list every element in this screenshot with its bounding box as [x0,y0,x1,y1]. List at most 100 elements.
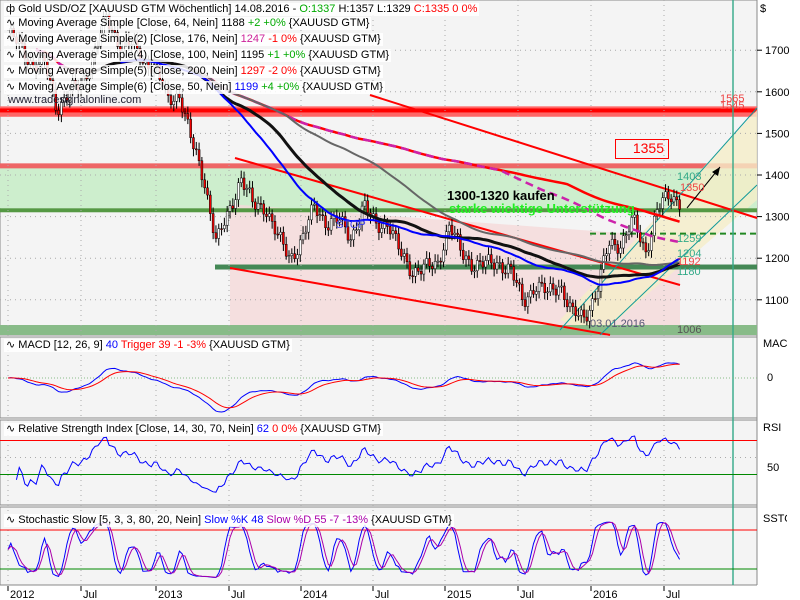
candle [366,200,369,213]
green-zone [0,164,757,209]
candle [414,267,417,277]
candle [282,231,285,245]
candle [425,258,428,265]
candle [560,285,563,288]
y-tick-label: 1600 [765,87,789,99]
header-legend: ф Gold USD/OZ [XAUUSD GTM Wöchentlich] 1… [4,3,480,16]
candle [661,197,664,209]
candle [234,199,237,209]
candle [304,231,308,234]
candle [217,228,220,239]
stoch-d: Slow %D 55 -7 -13% [266,514,369,526]
candle [650,235,653,251]
candle [484,260,487,268]
candle [476,260,479,272]
candle [195,148,198,151]
candle [619,247,622,254]
candle [352,229,355,241]
candle [579,309,583,316]
candle [616,244,620,254]
candle [481,261,485,268]
candle [172,101,176,105]
candle [259,203,263,205]
candle [504,272,507,275]
candle [624,234,628,237]
candle [270,213,274,222]
candle [189,118,192,138]
candle [141,61,145,64]
ma-symbol: {XAUUSD GTM} [300,65,381,77]
candle [279,231,282,235]
candle [653,215,656,236]
ma-legend: ∿ Moving Average Simple [Close, 64, Nein… [4,17,372,30]
candle [450,224,454,235]
label-1350: 1350 [680,182,705,194]
candle [402,253,406,257]
stoch-legend: ∿ Stochastic Slow [5, 3, 3, 80, 20, Nein… [4,514,454,527]
candle [231,205,235,209]
candle [678,199,681,210]
candle [254,201,257,210]
candle [419,271,423,275]
y-tick-label: 1200 [765,253,789,265]
candle [284,244,288,257]
candle [225,211,229,226]
low-value: L:1329 [377,3,411,15]
candle [214,232,218,239]
candle [203,179,206,189]
candle [630,217,634,233]
target-box: 1355 [615,139,669,159]
x-tick-label: Jul [375,589,389,600]
candle [245,188,249,190]
candle [495,262,499,270]
candle [487,254,490,261]
y-tick-label: 1300 [765,212,789,224]
candle [442,249,445,263]
candle [568,302,572,308]
candle [610,239,614,246]
candle [220,228,223,230]
candle [327,227,330,231]
ma-name: Moving Average Simple(5) [Close, 200, Ne… [18,65,238,77]
y-tick-label: 1400 [765,170,789,182]
candle [591,298,594,311]
candle [563,285,566,300]
candle [206,187,209,196]
candle [571,302,575,307]
candle [178,93,181,99]
ma-symbol: {XAUUSD GTM} [300,33,381,45]
candle [605,253,608,257]
candle [535,291,538,295]
candle [594,298,597,300]
candle [543,283,546,293]
open-value: O:1337 [299,3,336,15]
candle [498,262,501,264]
candle [509,263,513,267]
candle [209,194,212,214]
stoch-symbol: {XAUUSD GTM} [371,514,452,526]
x-tick-label: 2012 [10,589,34,600]
macd-name: MACD [12, 26, 9] [18,339,103,351]
x-tick-label: Jul [231,589,245,600]
macd-value: 40 [105,339,118,351]
stoch-axis-label: SSTO [763,513,787,525]
candle [57,109,60,115]
ma-value: 1297 [240,65,266,77]
ma-value: 1247 [240,33,266,45]
candle [470,259,473,272]
candle [391,230,395,235]
high-value: H:1357 [338,3,374,15]
candle [512,266,516,281]
candle [428,258,431,267]
candle [447,224,451,232]
resistance-line [0,108,757,113]
candle [622,235,625,249]
candle [315,204,319,216]
candle [523,299,527,307]
macd-legend: ∿ MACD [12, 26, 9] 40 Trigger 39 -1 -3% … [4,339,292,352]
macd-axis-label: MAC [763,338,788,350]
x-tick-label: Jul [666,589,680,600]
candle [644,242,648,253]
stoch-name: Stochastic Slow [5, 3, 3, 80, 20, Nein] [18,514,202,526]
ma-legend: ∿ Moving Average Simple(2) [Close, 176, … [4,33,383,46]
